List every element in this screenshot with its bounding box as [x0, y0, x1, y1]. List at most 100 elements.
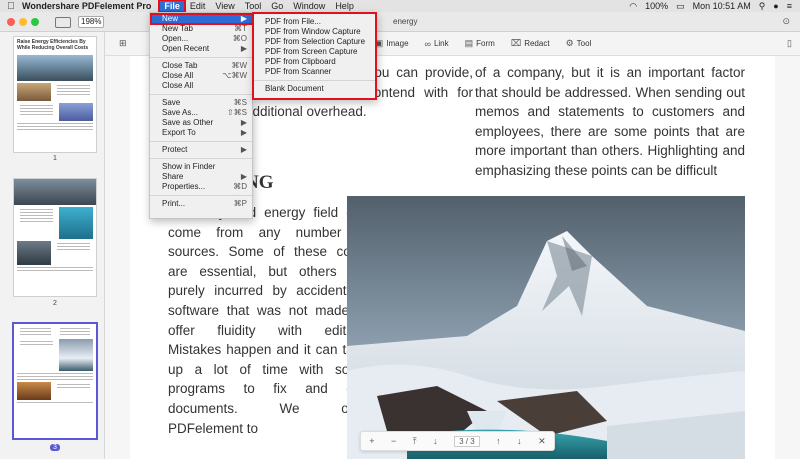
menu-item-label: Save as Other — [162, 118, 214, 127]
close-pager-button[interactable]: ✕ — [538, 436, 546, 447]
menu-item-show-in-finder[interactable]: Show in Finder — [150, 162, 252, 172]
menu-help[interactable]: Help — [330, 0, 359, 12]
paragraph-left-bottom[interactable]: the utility and energy field can come fr… — [168, 203, 368, 438]
submenu-item-pdf-from-scanner[interactable]: PDF from Scanner — [254, 67, 375, 77]
thumbnail-panel: Raise Energy Efficiencies By While Reduc… — [0, 32, 105, 459]
next-page-icon[interactable]: ↑ — [496, 436, 501, 446]
redact-button-label: Redact — [524, 39, 550, 48]
submenu-item-pdf-from-file[interactable]: PDF from File... — [254, 17, 375, 27]
minimize-window-icon[interactable] — [19, 18, 27, 26]
menu-item-close-tab[interactable]: Close Tab ⌘W — [150, 61, 252, 71]
search-icon[interactable]: ⚲ — [759, 1, 766, 12]
menu-item-properties[interactable]: Properties... ⌘D — [150, 182, 252, 192]
last-page-icon[interactable]: ↓ — [517, 436, 522, 446]
zoom-out-button[interactable]: − — [391, 436, 396, 446]
menu-edit[interactable]: Edit — [185, 0, 211, 12]
page-input[interactable]: 3 / 3 — [454, 435, 480, 447]
document-tab-title: energy — [393, 17, 418, 26]
menu-item-label: Show in Finder — [162, 162, 216, 171]
wifi-icon[interactable]: ◠ — [629, 1, 637, 12]
sidebar-toggle-icon[interactable] — [55, 17, 71, 28]
menu-item-close-all[interactable]: Close All — [150, 81, 252, 91]
redact-icon: ⌧ — [510, 38, 522, 48]
menu-separator — [150, 141, 252, 142]
previous-page-icon[interactable]: ↓ — [433, 436, 438, 446]
menu-item-label: Properties... — [162, 182, 206, 191]
apple-icon[interactable]:  — [0, 1, 22, 12]
menu-separator — [150, 195, 252, 196]
submenu-item-pdf-from-window-capture[interactable]: PDF from Window Capture — [254, 27, 375, 37]
menu-item-label: Export To — [162, 128, 196, 137]
menu-item-protect[interactable]: Protect ▶ — [150, 145, 252, 155]
notification-center-icon[interactable]: ≡ — [787, 1, 792, 11]
page-number-1: 1 — [53, 155, 57, 162]
app-name-menu[interactable]: Wondershare PDFelement Pro — [22, 1, 151, 11]
menu-item-label: Save As... — [162, 108, 199, 117]
submenu-arrow-icon: ▶ — [240, 128, 247, 137]
menu-item-shortcut: ⌘D — [233, 182, 247, 191]
page-thumbnail-3[interactable] — [13, 323, 97, 439]
menu-item-save[interactable]: Save ⌘S — [150, 98, 252, 108]
menu-item-close-all-tabs[interactable]: Close All ⌥⌘W — [150, 71, 252, 81]
menu-item-new-tab[interactable]: New Tab ⌘T — [150, 24, 252, 34]
menu-item-open[interactable]: Open... ⌘O — [150, 34, 252, 44]
menu-item-label: Protect — [162, 145, 188, 154]
zoom-select[interactable]: 198% — [78, 16, 104, 28]
siri-icon[interactable]: ● — [773, 1, 778, 11]
menu-item-save-as-other[interactable]: Save as Other ▶ — [150, 118, 252, 128]
tool-button[interactable]: ⚙ Tool — [566, 38, 592, 49]
image-button[interactable]: ▣ Image — [375, 38, 409, 49]
new-submenu: PDF from File... PDF from Window Capture… — [252, 12, 377, 100]
menu-go[interactable]: Go — [266, 0, 288, 12]
menu-item-print[interactable]: Print... ⌘P — [150, 199, 252, 209]
menu-file[interactable]: File — [158, 0, 186, 13]
submenu-item-blank-document[interactable]: Blank Document — [254, 84, 375, 94]
form-icon: ▤ — [464, 38, 474, 48]
redact-button[interactable]: ⌧ Redact — [511, 38, 550, 49]
menu-item-label: Close All — [162, 81, 194, 90]
paragraph-right[interactable]: of a company, but it is an important fac… — [475, 63, 745, 181]
menu-item-label: Share — [162, 172, 184, 181]
submenu-arrow-icon: ▶ — [240, 145, 247, 154]
menu-item-open-recent[interactable]: Open Recent ▶ — [150, 44, 252, 54]
close-window-icon[interactable] — [7, 18, 15, 26]
page-number-3: 3 — [50, 444, 60, 451]
mountain-image[interactable] — [347, 196, 745, 459]
panel-toggle-icon[interactable]: ▯ — [787, 38, 792, 49]
page-thumbnail-2[interactable] — [13, 178, 97, 297]
menu-item-shortcut: ⌘T — [234, 24, 247, 33]
grid-view-button[interactable]: ⊞ — [119, 38, 127, 49]
current-page: 3 — [459, 436, 464, 446]
submenu-arrow-icon: ▶ — [240, 172, 247, 181]
page-number-2: 2 — [53, 300, 57, 307]
page-thumbnail-1[interactable]: Raise Energy Efficiencies By While Reduc… — [13, 36, 97, 153]
link-button-label: Link — [433, 39, 449, 48]
window-controls — [7, 18, 39, 26]
page-navigation-bar: + − ⤒ ↓ 3 / 3 ↑ ↓ ✕ — [360, 431, 555, 451]
account-icon[interactable]: ⊙ — [782, 16, 790, 27]
menu-view[interactable]: View — [210, 0, 239, 12]
battery-icon[interactable]: ▭ — [676, 1, 685, 12]
submenu-item-pdf-from-selection-capture[interactable]: PDF from Selection Capture — [254, 37, 375, 47]
clock[interactable]: Mon 10:51 AM — [693, 1, 751, 11]
link-button[interactable]: ∞ Link — [425, 39, 449, 49]
submenu-arrow-icon: ▶ — [240, 44, 247, 53]
menu-item-shortcut: ⌘P — [233, 199, 247, 208]
zoom-in-button[interactable]: + — [369, 436, 374, 446]
zoom-window-icon[interactable] — [31, 18, 39, 26]
menu-item-shortcut: ⌘W — [231, 61, 247, 70]
form-button[interactable]: ▤ Form — [465, 38, 495, 49]
submenu-item-pdf-from-screen-capture[interactable]: PDF from Screen Capture — [254, 47, 375, 57]
submenu-item-pdf-from-clipboard[interactable]: PDF from Clipboard — [254, 57, 375, 67]
menu-separator — [254, 80, 375, 81]
menu-item-share[interactable]: Share ▶ — [150, 172, 252, 182]
menu-item-export-to[interactable]: Export To ▶ — [150, 128, 252, 138]
file-menu: New ▶ New Tab ⌘T Open... ⌘O Open Recent ▶ Cl… — [149, 12, 254, 219]
menu-item-shortcut: ⇧⌘S — [226, 108, 247, 117]
thumbnail-image — [14, 179, 96, 205]
menu-tool[interactable]: Tool — [240, 0, 267, 12]
menu-window[interactable]: Window — [288, 0, 330, 12]
first-page-icon[interactable]: ⤒ — [413, 436, 417, 447]
menu-item-label: Save — [162, 98, 181, 107]
menu-item-save-as[interactable]: Save As... ⇧⌘S — [150, 108, 252, 118]
